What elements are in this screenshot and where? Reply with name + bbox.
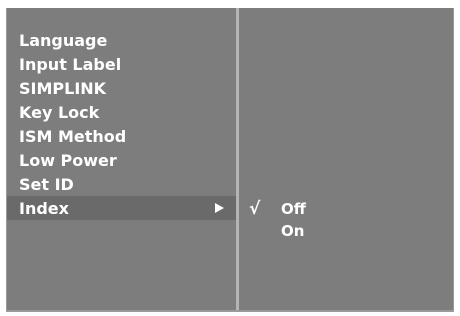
menu-item-ism-method[interactable]: ISM Method — [7, 124, 236, 148]
submenu-option-on[interactable]: On — [245, 220, 445, 242]
menu-item-label: Index — [19, 198, 69, 218]
submenu-option-off[interactable]: √ Off — [245, 198, 445, 220]
menu-item-label: SIMPLINK — [19, 78, 107, 98]
menu-item-input-label[interactable]: Input Label — [7, 52, 236, 76]
menu-item-label: Input Label — [19, 54, 122, 74]
menu-item-index[interactable]: Index — [7, 196, 236, 220]
osd-menu-screen: Language Input Label SIMPLINK Key Lock I… — [6, 8, 454, 312]
menu-item-low-power[interactable]: Low Power — [7, 148, 236, 172]
menu-item-label: Language — [19, 30, 108, 50]
submenu-option-label: On — [281, 222, 305, 240]
menu-item-label: Set ID — [19, 174, 74, 194]
menu-item-label: Low Power — [19, 150, 117, 170]
menu-item-key-lock[interactable]: Key Lock — [7, 100, 236, 124]
check-icon: √ — [249, 199, 261, 219]
index-submenu: √ Off On — [245, 198, 445, 242]
menu-item-language[interactable]: Language — [7, 28, 236, 52]
option-menu: Language Input Label SIMPLINK Key Lock I… — [7, 28, 236, 220]
menu-item-set-id[interactable]: Set ID — [7, 172, 236, 196]
menu-item-simplink[interactable]: SIMPLINK — [7, 76, 236, 100]
menu-item-label: ISM Method — [19, 126, 127, 146]
submenu-option-label: Off — [281, 200, 306, 218]
triangle-right-icon — [215, 203, 224, 213]
panel-divider — [236, 8, 239, 310]
menu-item-label: Key Lock — [19, 102, 100, 122]
